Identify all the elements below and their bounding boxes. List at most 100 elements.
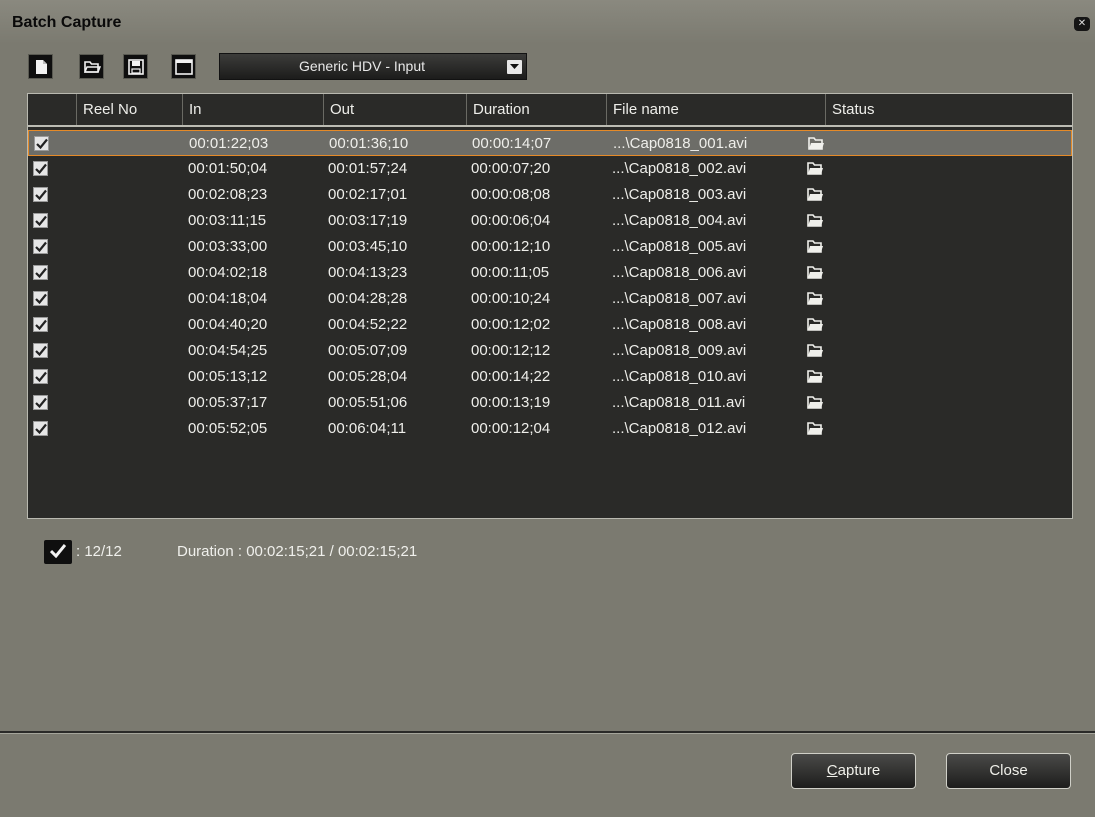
save-list-button[interactable] — [123, 54, 148, 79]
column-header-status[interactable]: Status — [825, 94, 1071, 125]
table-row[interactable]: 00:03:11;15 00:03:17;19 00:00:06;04 ...\Cap… — [28, 208, 1072, 234]
row-checkbox[interactable] — [33, 317, 48, 332]
row-checkbox[interactable] — [33, 161, 48, 176]
cell-duration: 00:00:07;20 — [471, 160, 551, 177]
open-folder-icon — [83, 61, 101, 73]
cell-duration: 00:00:12;12 — [471, 342, 551, 359]
cell-file: ...\Cap0818_007.avi — [612, 290, 747, 307]
row-checkbox[interactable] — [34, 136, 49, 151]
cell-out: 00:03:17;19 — [328, 212, 408, 229]
row-checkbox[interactable] — [33, 265, 48, 280]
table-row[interactable]: 00:04:54;25 00:05:07;09 00:00:12;12 ...\Cap… — [28, 338, 1072, 364]
table-row[interactable]: 00:02:08;23 00:02:17;01 00:00:08;08 ...\Cap… — [28, 182, 1072, 208]
column-header-check[interactable] — [28, 94, 76, 125]
browse-folder-icon[interactable] — [807, 369, 824, 388]
capture-button[interactable]: Capture — [791, 753, 916, 789]
browse-folder-icon[interactable] — [807, 213, 824, 232]
close-button[interactable]: Close — [946, 753, 1071, 789]
table-row[interactable]: 00:04:40;20 00:04:52;22 00:00:12;02 ...\Cap… — [28, 312, 1072, 338]
table-row[interactable]: 00:01:50;04 00:01:57;24 00:00:07;20 ...\Cap… — [28, 156, 1072, 182]
column-header-file-name[interactable]: File name — [606, 94, 825, 125]
cell-out: 00:01:36;10 — [329, 135, 409, 152]
browse-folder-icon[interactable] — [807, 343, 824, 362]
table-row[interactable]: 00:05:13;12 00:05:28;04 00:00:14;22 ...\Cap… — [28, 364, 1072, 390]
table-row[interactable]: 00:04:02;18 00:04:13;23 00:00:11;05 ...\Cap… — [28, 260, 1072, 286]
browse-folder-icon[interactable] — [807, 239, 824, 258]
cell-duration: 00:00:12;02 — [471, 316, 551, 333]
selected-count: : 12/12 — [76, 543, 122, 560]
window-button[interactable] — [171, 54, 196, 79]
table-row[interactable]: 00:03:33;00 00:03:45;10 00:00:12;10 ...\Cap… — [28, 234, 1072, 260]
check-icon — [35, 397, 47, 409]
browse-folder-icon[interactable] — [807, 265, 824, 284]
new-list-button[interactable] — [28, 54, 53, 79]
cell-file: ...\Cap0818_010.avi — [612, 368, 747, 385]
row-checkbox[interactable] — [33, 187, 48, 202]
capture-label: apture — [837, 762, 881, 779]
open-list-button[interactable] — [79, 54, 104, 79]
cell-in: 00:01:22;03 — [189, 135, 269, 152]
check-icon — [35, 267, 47, 279]
title-bar: Batch Capture ✕ — [0, 0, 1095, 44]
cell-file: ...\Cap0818_001.avi — [613, 135, 748, 152]
cell-in: 00:03:33;00 — [188, 238, 268, 255]
cell-in: 00:04:02;18 — [188, 264, 268, 281]
row-checkbox[interactable] — [33, 343, 48, 358]
select-all-checkbox[interactable] — [44, 540, 72, 564]
table-row[interactable]: 00:01:22;03 00:01:36;10 00:00:14;07 ...\Cap… — [28, 130, 1072, 156]
check-icon — [50, 544, 66, 558]
cell-out: 00:04:13;23 — [328, 264, 408, 281]
cell-file: ...\Cap0818_008.avi — [612, 316, 747, 333]
cell-duration: 00:00:14;22 — [471, 368, 551, 385]
column-header-out[interactable]: Out — [323, 94, 466, 125]
cell-duration: 00:00:08;08 — [471, 186, 551, 203]
browse-folder-icon[interactable] — [807, 395, 824, 414]
chevron-down-icon[interactable] — [507, 60, 522, 74]
browse-folder-icon[interactable] — [807, 421, 824, 440]
column-header-duration[interactable]: Duration — [466, 94, 606, 125]
cell-in: 00:04:54;25 — [188, 342, 268, 359]
row-checkbox[interactable] — [33, 213, 48, 228]
cell-out: 00:05:07;09 — [328, 342, 408, 359]
check-icon — [35, 371, 47, 383]
cell-duration: 00:00:12;10 — [471, 238, 551, 255]
table-row[interactable]: 00:05:37;17 00:05:51;06 00:00:13;19 ...\Cap… — [28, 390, 1072, 416]
check-icon — [35, 215, 47, 227]
column-header-in[interactable]: In — [182, 94, 323, 125]
cell-out: 00:04:28;28 — [328, 290, 408, 307]
cell-file: ...\Cap0818_003.avi — [612, 186, 747, 203]
cell-duration: 00:00:10;24 — [471, 290, 551, 307]
save-icon — [128, 59, 144, 75]
browse-folder-icon[interactable] — [807, 187, 824, 206]
close-window-icon[interactable]: ✕ — [1074, 17, 1090, 31]
check-icon — [35, 423, 47, 435]
capture-list-table[interactable]: Reel No In Out Duration File name Status… — [27, 93, 1073, 519]
row-checkbox[interactable] — [33, 395, 48, 410]
row-checkbox[interactable] — [33, 421, 48, 436]
close-label: Close — [989, 762, 1028, 779]
cell-out: 00:05:51;06 — [328, 394, 408, 411]
table-row[interactable]: 00:04:18;04 00:04:28;28 00:00:10;24 ...\Cap… — [28, 286, 1072, 312]
cell-file: ...\Cap0818_012.avi — [612, 420, 747, 437]
row-checkbox[interactable] — [33, 369, 48, 384]
browse-folder-icon[interactable] — [807, 291, 824, 310]
cell-file: ...\Cap0818_002.avi — [612, 160, 747, 177]
cell-file: ...\Cap0818_009.avi — [612, 342, 747, 359]
window-icon — [175, 59, 193, 75]
table-row[interactable]: 00:05:52;05 00:06:04;11 00:00:12;04 ...\Cap… — [28, 416, 1072, 442]
preset-dropdown[interactable]: Generic HDV - Input — [219, 53, 527, 80]
batch-capture-window: Batch Capture ✕ Generic HDV - Input Reel… — [0, 0, 1095, 817]
cell-file: ...\Cap0818_006.avi — [612, 264, 747, 281]
row-checkbox[interactable] — [33, 291, 48, 306]
column-header-reel-no[interactable]: Reel No — [76, 94, 182, 125]
cell-duration: 00:00:14;07 — [472, 135, 552, 152]
cell-duration: 00:00:11;05 — [471, 264, 550, 281]
header-divider — [28, 125, 1072, 127]
browse-folder-icon[interactable] — [808, 136, 825, 155]
footer-divider-highlight — [0, 733, 1095, 734]
capture-mnemonic: C — [826, 762, 838, 779]
cell-file: ...\Cap0818_011.avi — [612, 394, 746, 411]
browse-folder-icon[interactable] — [807, 161, 824, 180]
browse-folder-icon[interactable] — [807, 317, 824, 336]
row-checkbox[interactable] — [33, 239, 48, 254]
